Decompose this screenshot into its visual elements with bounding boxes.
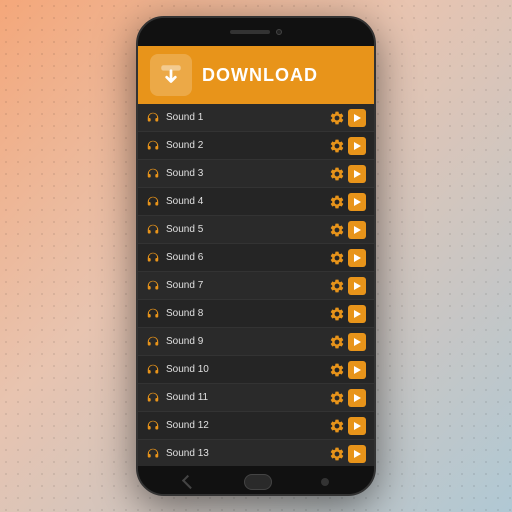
sound-name: Sound 3 <box>166 168 329 179</box>
list-item[interactable]: Sound 3 <box>138 160 374 188</box>
back-button[interactable] <box>182 475 196 489</box>
sound-name: Sound 12 <box>166 420 329 431</box>
sound-name: Sound 13 <box>166 448 329 459</box>
list-item[interactable]: Sound 9 <box>138 328 374 356</box>
headphone-icon <box>146 419 160 433</box>
settings-icon[interactable] <box>329 138 345 154</box>
list-item[interactable]: Sound 2 <box>138 132 374 160</box>
headphone-icon <box>146 139 160 153</box>
download-label: DOWNLOAD <box>202 65 318 86</box>
headphone-icon <box>146 363 160 377</box>
headphone-icon <box>146 251 160 265</box>
sound-name: Sound 10 <box>166 364 329 375</box>
headphone-icon <box>146 111 160 125</box>
sound-name: Sound 8 <box>166 308 329 319</box>
play-button[interactable] <box>348 445 366 463</box>
list-item[interactable]: Sound 5 <box>138 216 374 244</box>
front-camera <box>276 29 282 35</box>
settings-icon[interactable] <box>329 194 345 210</box>
phone-frame: DOWNLOAD Sound 1 Sound 2 Sound 3 <box>136 16 376 496</box>
sound-name: Sound 1 <box>166 112 329 123</box>
download-icon-box <box>150 54 192 96</box>
headphone-icon <box>146 167 160 181</box>
headphone-icon <box>146 223 160 237</box>
play-button[interactable] <box>348 193 366 211</box>
list-item[interactable]: Sound 7 <box>138 272 374 300</box>
sound-name: Sound 5 <box>166 224 329 235</box>
settings-icon[interactable] <box>329 390 345 406</box>
list-item[interactable]: Sound 13 <box>138 440 374 466</box>
settings-icon[interactable] <box>329 278 345 294</box>
headphone-icon <box>146 447 160 461</box>
settings-icon[interactable] <box>329 306 345 322</box>
settings-icon[interactable] <box>329 250 345 266</box>
speaker-grill <box>230 30 270 34</box>
sound-name: Sound 4 <box>166 196 329 207</box>
play-button[interactable] <box>348 333 366 351</box>
settings-icon[interactable] <box>329 110 345 126</box>
list-item[interactable]: Sound 12 <box>138 412 374 440</box>
headphone-icon <box>146 335 160 349</box>
download-icon <box>158 62 184 88</box>
sound-name: Sound 9 <box>166 336 329 347</box>
play-button[interactable] <box>348 305 366 323</box>
play-button[interactable] <box>348 221 366 239</box>
play-button[interactable] <box>348 137 366 155</box>
sound-name: Sound 11 <box>166 392 329 403</box>
settings-icon[interactable] <box>329 334 345 350</box>
phone-top-bar <box>138 18 374 46</box>
recents-button[interactable] <box>321 478 329 486</box>
play-button[interactable] <box>348 417 366 435</box>
settings-icon[interactable] <box>329 362 345 378</box>
play-button[interactable] <box>348 389 366 407</box>
phone-bottom-bar <box>138 466 374 496</box>
sound-list: Sound 1 Sound 2 Sound 3 Sound 4 <box>138 104 374 466</box>
sound-name: Sound 7 <box>166 280 329 291</box>
list-item[interactable]: Sound 4 <box>138 188 374 216</box>
list-item[interactable]: Sound 8 <box>138 300 374 328</box>
settings-icon[interactable] <box>329 222 345 238</box>
list-item[interactable]: Sound 10 <box>138 356 374 384</box>
phone-screen: DOWNLOAD Sound 1 Sound 2 Sound 3 <box>138 46 374 466</box>
headphone-icon <box>146 195 160 209</box>
headphone-icon <box>146 391 160 405</box>
play-button[interactable] <box>348 361 366 379</box>
sound-name: Sound 2 <box>166 140 329 151</box>
download-banner[interactable]: DOWNLOAD <box>138 46 374 104</box>
list-item[interactable]: Sound 11 <box>138 384 374 412</box>
settings-icon[interactable] <box>329 166 345 182</box>
play-button[interactable] <box>348 165 366 183</box>
play-button[interactable] <box>348 277 366 295</box>
headphone-icon <box>146 307 160 321</box>
list-item[interactable]: Sound 6 <box>138 244 374 272</box>
list-item[interactable]: Sound 1 <box>138 104 374 132</box>
settings-icon[interactable] <box>329 446 345 462</box>
play-button[interactable] <box>348 109 366 127</box>
play-button[interactable] <box>348 249 366 267</box>
headphone-icon <box>146 279 160 293</box>
sound-name: Sound 6 <box>166 252 329 263</box>
home-button[interactable] <box>244 474 272 490</box>
settings-icon[interactable] <box>329 418 345 434</box>
